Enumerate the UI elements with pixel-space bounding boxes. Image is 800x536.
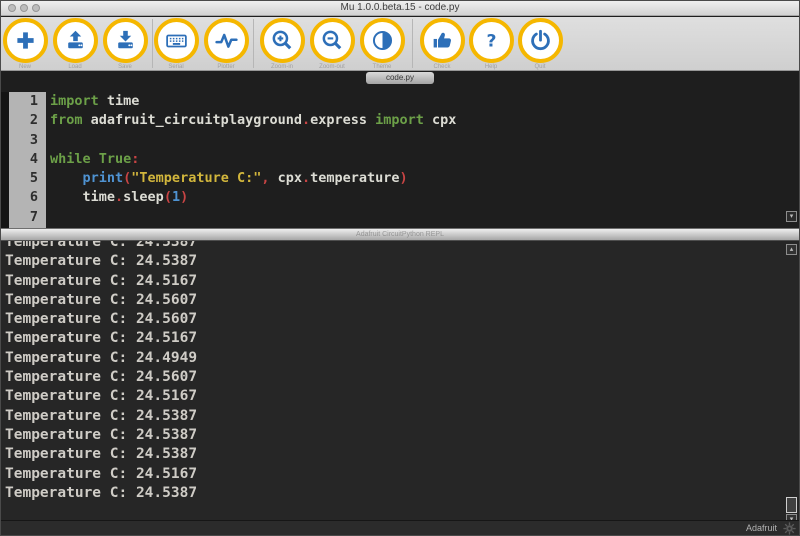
code-line: import time [50,92,799,111]
contrast-icon [370,28,395,53]
editor-gutter: 1234567 [9,92,46,228]
repl-line: Temperature C: 24.5387 [5,445,799,464]
repl-line: Temperature C: 24.5387 [5,252,799,271]
marker-margin [1,92,9,228]
title-bar: Mu 1.0.0.beta.15 - code.py [1,1,799,16]
repl-line: Temperature C: 24.5167 [5,465,799,484]
code-line: print("Temperature C:", cpx.temperature) [50,169,799,188]
save-button[interactable] [103,18,148,63]
repl-line: Temperature C: 24.5387 [5,407,799,426]
svg-text:?: ? [487,31,497,51]
settings-button[interactable] [782,521,797,536]
toolbar-button-label: Help [463,64,519,70]
code-line: while True: [50,150,799,169]
repl-pane-title: Adafruit CircuitPython REPL [356,231,444,238]
repl-line: Temperature C: 24.5607 [5,310,799,329]
zoom-in-icon [270,28,295,53]
toolbar-button-label: Theme [354,64,410,70]
repl-output[interactable]: Temperature C: 24.5387Temperature C: 24.… [1,241,799,522]
line-number: 5 [9,169,38,188]
repl-line: Temperature C: 24.5387 [5,484,799,503]
repl-line: Temperature C: 24.5387 [5,241,799,252]
code-line [50,131,799,150]
quit-button[interactable] [518,18,563,63]
toolbar-separator [412,19,413,68]
load-button[interactable] [53,18,98,63]
repl-line: Temperature C: 24.5607 [5,291,799,310]
keyboard-icon [164,28,189,53]
toolbar: ? New Load Save Serial Plotter Zoom-in Z… [1,17,799,71]
check-button[interactable] [420,18,465,63]
download-icon [113,28,138,53]
editor-scroll-down-button[interactable]: ▾ [786,211,797,222]
power-icon [528,28,553,53]
repl-line: Temperature C: 24.4949 [5,349,799,368]
code-line: time.sleep(1) [50,188,799,207]
theme-button[interactable] [360,18,405,63]
code-editor-pane: code.py 1234567 import timefrom adafruit… [1,71,799,228]
editor-code[interactable]: import timefrom adafruit_circuitplaygrou… [46,92,799,228]
repl-scrollbar-thumb[interactable] [786,497,797,513]
toolbar-button-label: Plotter [198,64,254,70]
zoom-in-button[interactable] [260,18,305,63]
repl-line: Temperature C: 24.5607 [5,368,799,387]
window-title: Mu 1.0.0.beta.15 - code.py [1,2,799,13]
line-number: 2 [9,111,38,130]
code-line [50,208,799,227]
toolbar-button-label: Zoom-out [304,64,360,70]
gear-icon [782,521,797,536]
toolbar-button-label: Quit [512,64,568,70]
thumbs-up-icon [430,28,455,53]
code-line: from adafruit_circuitplayground.express … [50,111,799,130]
repl-line: Temperature C: 24.5387 [5,426,799,445]
upload-icon [63,28,88,53]
toolbar-separator [152,19,153,68]
line-number: 3 [9,131,38,150]
serial-button[interactable] [154,18,199,63]
line-number: 1 [9,92,38,111]
toolbar-button-label: Check [414,64,470,70]
help-button[interactable]: ? [469,18,514,63]
toolbar-button-label: Load [47,64,103,70]
plotter-button[interactable] [204,18,249,63]
repl-line: Temperature C: 24.5167 [5,329,799,348]
line-number: 6 [9,188,38,207]
splitter-handle[interactable]: Adafruit CircuitPython REPL [1,228,799,241]
repl-line: Temperature C: 24.5167 [5,387,799,406]
repl-scroll-up-button[interactable]: ▴ [786,244,797,255]
repl-line: Temperature C: 24.5167 [5,272,799,291]
zoom-out-button[interactable] [310,18,355,63]
new-button[interactable] [3,18,48,63]
toolbar-button-label: Zoom-in [254,64,310,70]
plus-icon [13,28,38,53]
pulse-icon [214,28,239,53]
toolbar-separator [253,19,254,68]
toolbar-button-label: New [0,64,53,70]
line-number: 7 [9,208,38,227]
question-icon: ? [479,28,504,53]
status-bar: Adafruit [1,520,799,535]
mode-label: Adafruit [746,523,777,533]
zoom-out-icon [320,28,345,53]
tab-code-py[interactable]: code.py [366,72,434,84]
line-number: 4 [9,150,38,169]
mu-window: Mu 1.0.0.beta.15 - code.py [0,0,800,536]
toolbar-button-label: Serial [148,64,204,70]
toolbar-button-label: Save [97,64,153,70]
